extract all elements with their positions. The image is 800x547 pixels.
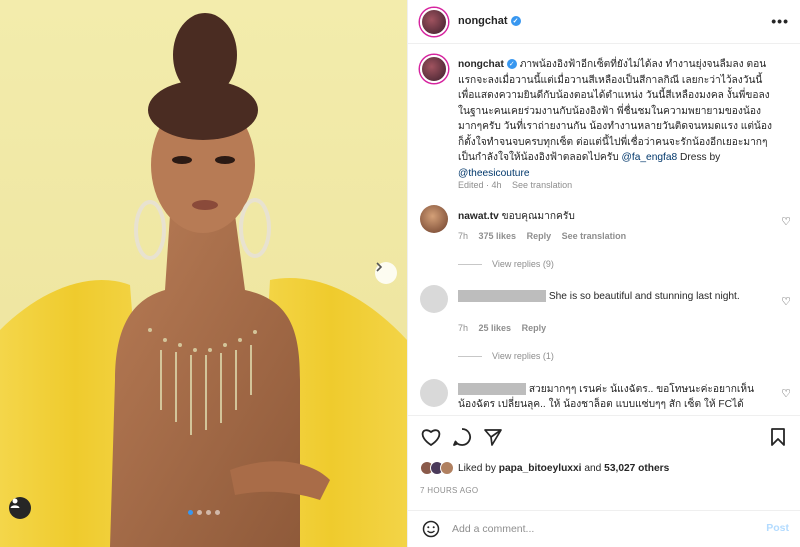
comment-likes[interactable]: 375 likes	[479, 231, 517, 241]
next-photo-button[interactable]	[375, 262, 397, 284]
comment-meta: 7h 25 likes Reply	[458, 323, 554, 333]
author-username-text[interactable]: nongchat	[458, 15, 508, 27]
redacted-username	[458, 290, 546, 303]
post-header: nongchat ✓ •••	[408, 0, 800, 44]
liked-by-others[interactable]: 53,027 others	[604, 463, 669, 474]
caption-dress-text: Dress by	[680, 152, 721, 163]
commenter-avatar[interactable]	[420, 379, 448, 407]
comment-likes[interactable]: 25 likes	[479, 323, 512, 333]
comment-body: She is so beautiful and stunning last ni…	[548, 291, 740, 302]
comment-text: She is so beautiful and stunning last ni…	[458, 289, 768, 304]
carousel-dot	[187, 510, 193, 515]
add-comment-bar: Post	[408, 510, 800, 547]
comment-username[interactable]: nawat.tv	[458, 211, 499, 222]
carousel-dot	[214, 510, 220, 515]
caption-username[interactable]: nongchat	[458, 59, 504, 70]
comment-text: nawat.tv ขอบคุณมากครับ	[458, 209, 768, 224]
post-comment-button[interactable]: Post	[766, 522, 789, 534]
comment-time: 7h	[458, 231, 469, 241]
view-replies-label[interactable]: View replies (1)	[492, 351, 554, 361]
comment-text: สวยมากๆๆ เรนค่ะ น้แงฉัตร.. ขอโทษนะค่ะอยา…	[458, 382, 768, 412]
replies-divider	[458, 263, 482, 265]
post-photo[interactable]	[0, 0, 407, 547]
post-time-ago[interactable]: 7 HOURS AGO	[420, 486, 478, 495]
instagram-post-view: nongchat ✓ ••• nongchat ✓ ภาพน้องอิงฟ้าอีก…	[0, 0, 800, 547]
verified-badge-icon: ✓	[510, 16, 521, 27]
caption-body: ภาพน้องอิงฟ้าอีกเซ็ตที่ยังไม่ได้ลง ทำงาน…	[458, 59, 772, 163]
carousel-dot	[196, 510, 202, 515]
liker-avatar[interactable]	[440, 461, 454, 475]
carousel-dot	[205, 510, 211, 515]
redacted-username	[458, 383, 526, 396]
commenter-avatar[interactable]	[420, 205, 448, 233]
caption-avatar[interactable]	[420, 55, 448, 83]
post-side-panel: nongchat ✓ ••• nongchat ✓ ภาพน้องอิงฟ้าอีก…	[407, 0, 800, 547]
see-translation-link[interactable]: See translation	[562, 231, 627, 241]
liked-by-user[interactable]: papa_bitoeyluxxi	[499, 463, 582, 474]
like-comment-heart-icon[interactable]: ♡	[781, 387, 791, 400]
caption-text: nongchat ✓ ภาพน้องอิงฟ้าอีกเซ็ตที่ยังไม่ไ…	[458, 57, 778, 181]
photo-illustration	[0, 0, 407, 547]
chevron-right-icon	[376, 262, 383, 272]
more-options-icon[interactable]: •••	[771, 13, 789, 29]
caption-edited-time: Edited · 4h	[458, 180, 502, 190]
author-username[interactable]: nongchat ✓	[458, 15, 521, 27]
comment-reply-button[interactable]: Reply	[522, 323, 547, 333]
comment-meta: 7h 375 likes Reply See translation	[458, 231, 634, 241]
tagged-users-button[interactable]	[9, 497, 31, 519]
caption-meta: Edited · 4h See translation	[458, 180, 580, 190]
replies-divider	[458, 355, 482, 357]
comment-reply-button[interactable]: Reply	[527, 231, 552, 241]
author-avatar[interactable]	[420, 8, 448, 36]
verified-badge-icon: ✓	[506, 59, 517, 70]
liked-by-prefix: Liked by	[458, 462, 496, 474]
share-send-icon[interactable]	[482, 426, 504, 448]
save-bookmark-icon[interactable]	[767, 426, 789, 448]
caption-mention-link[interactable]: @theesicouture	[458, 168, 530, 179]
see-translation-link[interactable]: See translation	[512, 180, 572, 190]
view-replies-button[interactable]: View replies (9)	[458, 259, 554, 269]
like-comment-heart-icon[interactable]: ♡	[781, 215, 791, 228]
comment-time: 7h	[458, 323, 469, 333]
liked-by-and: and	[584, 462, 602, 474]
add-comment-input[interactable]	[452, 520, 732, 538]
emoji-icon[interactable]	[422, 520, 440, 538]
view-replies-label[interactable]: View replies (9)	[492, 259, 554, 269]
carousel-dots	[0, 510, 407, 515]
comments-scroll-area[interactable]: nongchat ✓ ภาพน้องอิงฟ้าอีกเซ็ตที่ยังไม่ไ…	[408, 45, 800, 415]
post-actions: Liked by papa_bitoeyluxxi and 53,027 oth…	[408, 415, 800, 505]
likes-summary: Liked by papa_bitoeyluxxi and 53,027 oth…	[420, 461, 669, 475]
commenter-avatar[interactable]	[420, 285, 448, 313]
caption-mention-link[interactable]: @fa_engfa8	[622, 152, 678, 163]
likes-text: Liked by papa_bitoeyluxxi and 53,027 oth…	[458, 463, 669, 474]
comment-body: ขอบคุณมากครับ	[501, 211, 575, 222]
like-comment-heart-icon[interactable]: ♡	[781, 295, 791, 308]
user-icon	[10, 498, 20, 508]
like-heart-icon[interactable]	[420, 426, 442, 448]
comment-bubble-icon[interactable]	[451, 426, 473, 448]
view-replies-button[interactable]: View replies (1)	[458, 351, 554, 361]
